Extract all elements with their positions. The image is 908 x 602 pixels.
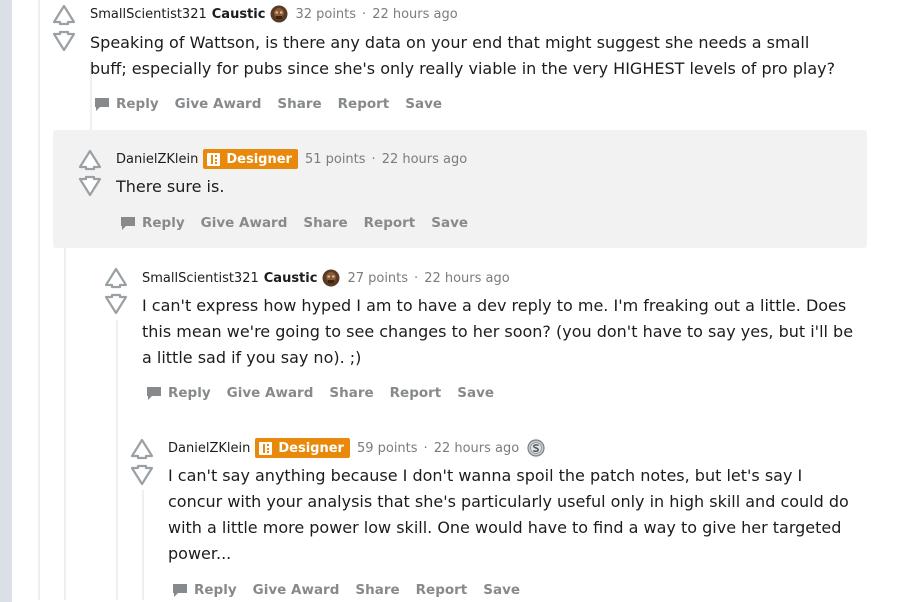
comment-body: I can't express how hyped I am to have a… [142, 296, 854, 367]
comment-timestamp[interactable]: 22 hours ago [424, 271, 510, 286]
vote-arrows[interactable] [130, 438, 154, 486]
save-button[interactable]: Save [457, 385, 494, 401]
comment-timestamp[interactable]: 22 hours ago [382, 152, 468, 167]
upvote-downvote-icon [104, 267, 128, 315]
designer-icon [259, 441, 273, 455]
comment-meta: DanielZKlein Designer 59 points · 22 hou… [168, 438, 545, 458]
vote-arrows[interactable] [104, 267, 128, 315]
caustic-flair-icon [270, 5, 288, 23]
separator-dot: · [371, 151, 376, 167]
vote-arrows[interactable] [52, 4, 76, 52]
report-button[interactable]: Report [364, 215, 416, 231]
give-award-button[interactable]: Give Award [253, 582, 340, 598]
share-button[interactable]: Share [355, 582, 399, 598]
comment-points: 27 points [347, 270, 409, 286]
comment-actions: Reply Give Award Share Report Save [172, 578, 536, 602]
reply-label: Reply [194, 582, 237, 598]
give-award-button[interactable]: Give Award [201, 215, 288, 231]
vote-arrows[interactable] [78, 149, 102, 197]
comment-meta: SmallScientist321 Caustic 32 points · 22… [90, 4, 458, 24]
reply-label: Reply [168, 385, 211, 401]
upvote-downvote-icon [78, 149, 102, 197]
designer-flair-label: Designer [278, 440, 344, 456]
silver-award-icon[interactable] [527, 439, 545, 457]
report-button[interactable]: Report [338, 96, 390, 112]
comment-points: 32 points [295, 6, 357, 22]
comment-body: Speaking of Wattson, is there any data o… [90, 33, 836, 78]
author-name[interactable]: SmallScientist321 [142, 271, 259, 286]
comment-actions: Reply Give Award Share Report Save [120, 211, 484, 235]
reply-label: Reply [116, 96, 159, 112]
share-button[interactable]: Share [329, 385, 373, 401]
give-award-button[interactable]: Give Award [227, 385, 314, 401]
reply-button[interactable]: Reply [146, 385, 211, 401]
designer-flair-badge: Designer [203, 149, 298, 169]
share-button[interactable]: Share [303, 215, 347, 231]
user-flair: Caustic [263, 270, 318, 286]
comment-actions: Reply Give Award Share Report Save [94, 92, 458, 116]
report-button[interactable]: Report [390, 385, 442, 401]
chat-bubble-icon [147, 387, 161, 400]
save-button[interactable]: Save [431, 215, 468, 231]
upvote-downvote-icon [52, 4, 76, 52]
reply-button[interactable]: Reply [94, 96, 159, 112]
author-name[interactable]: DanielZKlein [168, 441, 250, 456]
comment-body: There sure is. [116, 177, 225, 196]
separator-dot: · [423, 440, 428, 456]
give-award-button[interactable]: Give Award [175, 96, 262, 112]
thread-line[interactable] [64, 248, 66, 600]
reply-button[interactable]: Reply [120, 215, 185, 231]
separator-dot: · [414, 270, 419, 286]
comment-body: I can't say anything because I don't wan… [168, 466, 849, 563]
comment-timestamp[interactable]: 22 hours ago [372, 7, 458, 22]
comment-points: 59 points [356, 440, 418, 456]
report-button[interactable]: Report [416, 582, 468, 598]
designer-flair-badge: Designer [255, 438, 350, 458]
author-name[interactable]: DanielZKlein [116, 152, 198, 167]
comment-meta: DanielZKlein Designer 51 points · 22 hou… [116, 149, 467, 169]
author-name[interactable]: SmallScientist321 [90, 7, 207, 22]
comment-actions: Reply Give Award Share Report Save [146, 381, 510, 405]
comment-meta: SmallScientist321 Caustic 27 points · 22… [142, 268, 510, 288]
user-flair: Caustic [211, 6, 266, 22]
save-button[interactable]: Save [405, 96, 442, 112]
separator-dot: · [362, 6, 367, 22]
reply-button[interactable]: Reply [172, 582, 237, 598]
upvote-downvote-icon [130, 438, 154, 486]
share-button[interactable]: Share [277, 96, 321, 112]
thread-line[interactable] [116, 320, 118, 600]
designer-flair-label: Designer [226, 151, 292, 167]
chat-bubble-icon [173, 584, 187, 597]
comment-points: 51 points [304, 151, 366, 167]
chat-bubble-icon [121, 217, 135, 230]
thread-line[interactable] [142, 490, 144, 600]
caustic-flair-icon [322, 269, 340, 287]
reply-label: Reply [142, 215, 185, 231]
save-button[interactable]: Save [483, 582, 520, 598]
comment-timestamp[interactable]: 22 hours ago [434, 441, 520, 456]
designer-icon [207, 152, 221, 166]
chat-bubble-icon [95, 98, 109, 111]
thread-line[interactable] [38, 0, 40, 600]
